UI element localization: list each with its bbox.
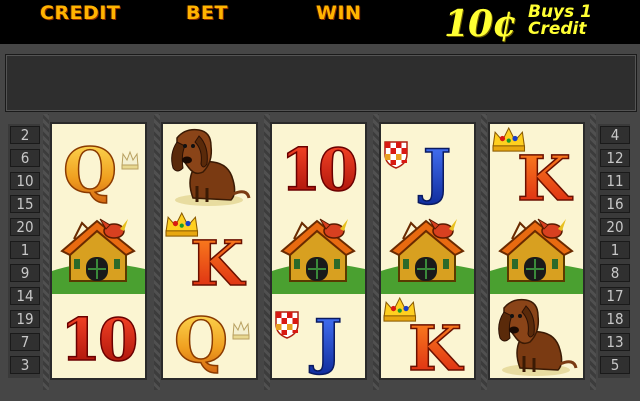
top-meter-bar: CREDIT BET WIN 10¢ Buys 1 Credit: [0, 0, 640, 48]
svg-text:K: K: [517, 142, 573, 209]
symbol-k: K: [490, 124, 583, 209]
symbol-j: J: [381, 124, 474, 209]
payline-number-right: 11: [600, 172, 630, 190]
credit-label: CREDIT: [40, 2, 121, 24]
bet-label: BET: [186, 2, 228, 24]
reel-separator: [481, 114, 487, 390]
doghouse-icon: [381, 209, 474, 294]
denomination-text-line2: Credit: [528, 19, 587, 39]
payline-number-right: 18: [600, 310, 630, 328]
payline-number-left: 10: [10, 172, 40, 190]
denomination-display: 10¢ Buys 1 Credit: [442, 3, 640, 45]
svg-text:J: J: [418, 137, 451, 207]
payline-number-left: 15: [10, 195, 40, 213]
reel-2: KQ: [163, 124, 256, 378]
payline-number-right: 17: [600, 287, 630, 305]
denomination-amount: 10¢: [444, 3, 517, 45]
payline-number-right: 16: [600, 195, 630, 213]
reel-separator: [43, 114, 49, 390]
payline-number-right: 1: [600, 241, 630, 259]
reel-3: 10 J: [272, 124, 365, 378]
svg-text:K: K: [408, 312, 464, 379]
payline-number-right: 20: [600, 218, 630, 236]
symbol-k: K: [163, 209, 256, 294]
svg-text:J: J: [309, 307, 342, 377]
payline-number-left: 6: [10, 149, 40, 167]
symbol-ten: 10: [272, 124, 365, 209]
message-bar: [5, 54, 637, 112]
symbol-j: J: [272, 294, 365, 379]
payline-numbers-left: 2 6 10 15 20 1 9 14 19 7 3: [8, 124, 40, 378]
symbol-q: Q: [52, 124, 145, 209]
reel-1: Q 10: [52, 124, 145, 378]
svg-text:10: 10: [281, 136, 356, 204]
symbol-k: K: [381, 294, 474, 379]
payline-number-right: 13: [600, 333, 630, 351]
symbol-q: Q: [163, 294, 256, 379]
payline-numbers-right: 4 12 11 16 20 1 8 17 18 13 5: [598, 124, 630, 378]
svg-text:Q: Q: [174, 304, 228, 377]
payline-number-left: 9: [10, 264, 40, 282]
bloodhound-dog-icon: [163, 124, 256, 209]
reel-separator: [373, 114, 379, 390]
payline-number-right: 4: [600, 126, 630, 144]
payline-number-right: 5: [600, 356, 630, 374]
svg-text:10: 10: [61, 306, 136, 374]
reel-4: JK: [381, 124, 474, 379]
payline-number-left: 7: [10, 333, 40, 351]
symbol-ten: 10: [52, 294, 145, 379]
payline-number-left: 19: [10, 310, 40, 328]
doghouse-icon: [272, 209, 365, 294]
denomination-text: Buys 1 Credit: [528, 4, 638, 38]
svg-text:K: K: [190, 227, 246, 294]
reel-separator: [590, 114, 596, 390]
doghouse-icon: [490, 209, 583, 294]
reel-separator: [154, 114, 160, 390]
payline-number-left: 2: [10, 126, 40, 144]
bloodhound-dog-icon: [490, 294, 583, 379]
payline-number-right: 8: [600, 264, 630, 282]
payline-number-left: 3: [10, 356, 40, 374]
win-label: WIN: [316, 2, 362, 24]
svg-text:Q: Q: [63, 134, 117, 207]
reel-separator: [264, 114, 270, 390]
payline-number-left: 1: [10, 241, 40, 259]
doghouse-icon: [52, 209, 145, 294]
payline-number-right: 12: [600, 149, 630, 167]
payline-number-left: 14: [10, 287, 40, 305]
reel-5: K: [490, 124, 583, 378]
payline-number-left: 20: [10, 218, 40, 236]
